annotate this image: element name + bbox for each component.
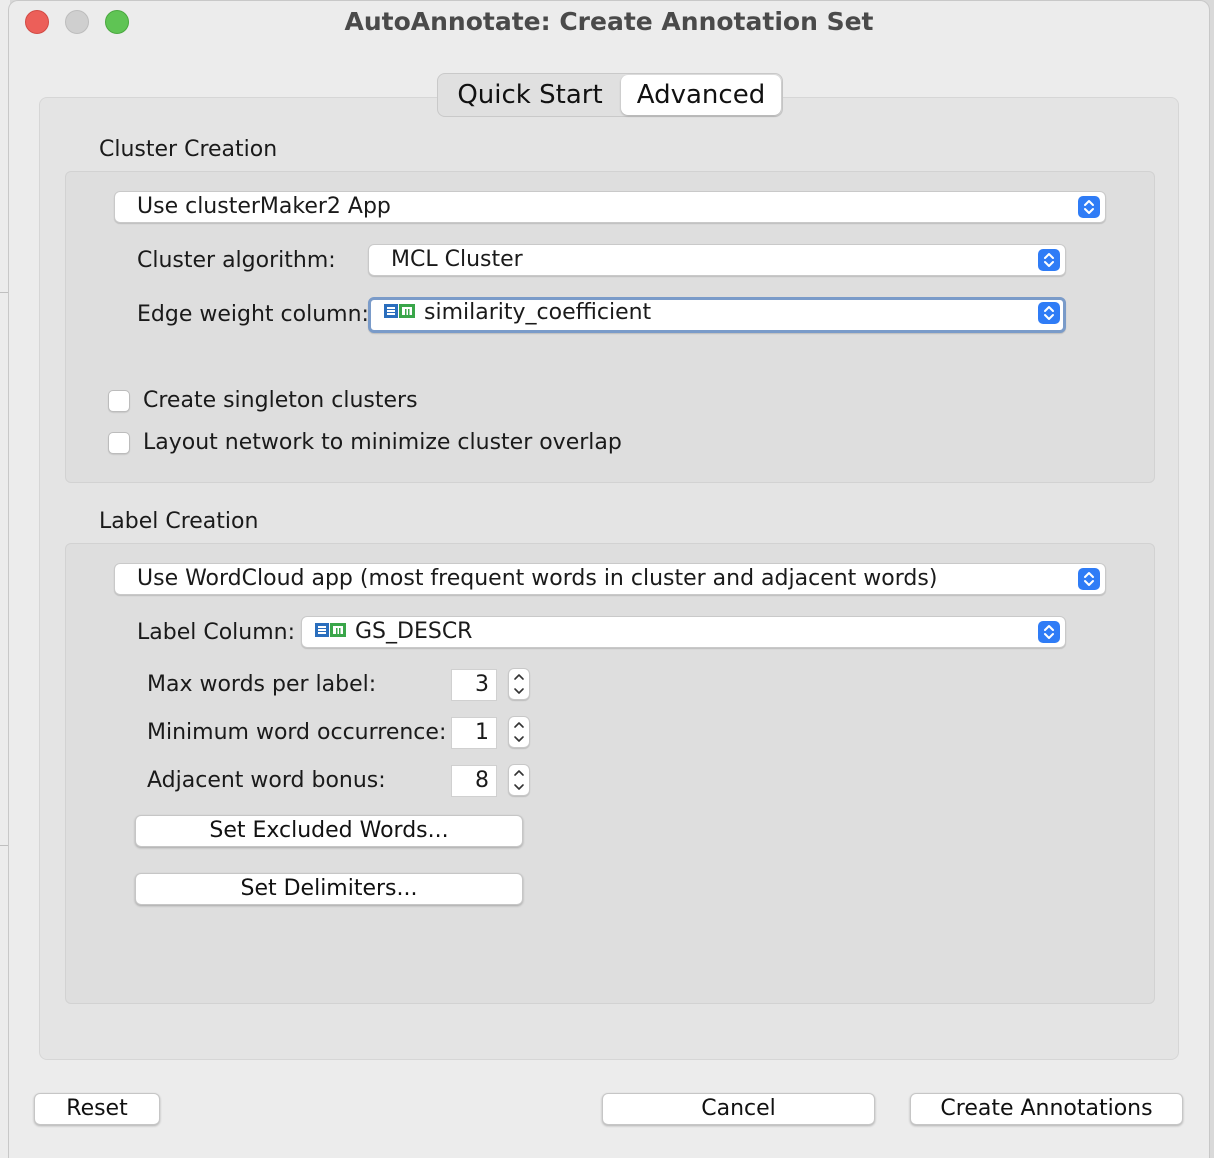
cluster-algorithm-label: Cluster algorithm: (137, 248, 336, 273)
cluster-algorithm-value: MCL Cluster (391, 247, 523, 272)
label-column-value: GS_DESCR (355, 619, 473, 644)
max-words-label: Max words per label: (147, 672, 377, 697)
singleton-clusters-checkbox[interactable] (108, 390, 130, 412)
adjacent-bonus-label: Adjacent word bonus: (147, 768, 386, 793)
cluster-creation-group: Use clusterMaker2 App Cluster algorithm:… (65, 171, 1155, 483)
column-type-icon (384, 304, 415, 318)
label-column-label: Label Column: (137, 620, 296, 645)
label-method-value: Use WordCloud app (most frequent words i… (137, 566, 938, 591)
cluster-method-select[interactable]: Use clusterMaker2 App (114, 191, 1106, 223)
adjacent-bonus-stepper[interactable] (508, 764, 530, 796)
tab-quick-start[interactable]: Quick Start (442, 75, 618, 115)
set-delimiters-button[interactable]: Set Delimiters... (135, 873, 523, 905)
adjacent-bonus-field[interactable]: 8 (451, 765, 497, 797)
stepper-arrows-icon (514, 674, 524, 694)
reset-button[interactable]: Reset (34, 1093, 160, 1125)
cluster-creation-heading: Cluster Creation (99, 137, 278, 162)
min-occurrence-stepper[interactable] (508, 716, 530, 748)
max-words-stepper[interactable] (508, 668, 530, 700)
layout-network-checkbox[interactable] (108, 432, 130, 454)
label-creation-heading: Label Creation (99, 509, 259, 534)
chevron-updown-icon (1038, 249, 1060, 271)
chevron-updown-icon (1078, 568, 1100, 590)
cluster-algorithm-select[interactable]: MCL Cluster (368, 244, 1066, 276)
min-occurrence-label: Minimum word occurrence: (147, 720, 447, 745)
create-annotations-button[interactable]: Create Annotations (910, 1093, 1183, 1125)
layout-network-label: Layout network to minimize cluster overl… (143, 430, 622, 455)
tab-advanced[interactable]: Advanced (621, 75, 781, 115)
edge-weight-label: Edge weight column: (137, 302, 369, 327)
chevron-updown-icon (1078, 196, 1100, 218)
stepper-arrows-icon (514, 722, 524, 742)
chevron-updown-icon (1038, 302, 1060, 324)
edge-weight-select[interactable]: similarity_coefficient (368, 297, 1066, 333)
title-bar: AutoAnnotate: Create Annotation Set (9, 1, 1209, 47)
cluster-method-value: Use clusterMaker2 App (137, 194, 391, 219)
min-occurrence-field[interactable]: 1 (451, 717, 497, 749)
edge-weight-value: similarity_coefficient (424, 300, 652, 325)
window-title: AutoAnnotate: Create Annotation Set (344, 7, 874, 36)
chevron-updown-icon (1038, 621, 1060, 643)
stepper-arrows-icon (514, 770, 524, 790)
label-column-select[interactable]: GS_DESCR (301, 616, 1066, 648)
set-excluded-words-button[interactable]: Set Excluded Words... (135, 815, 523, 847)
label-creation-group: Use WordCloud app (most frequent words i… (65, 543, 1155, 1004)
label-method-select[interactable]: Use WordCloud app (most frequent words i… (114, 563, 1106, 595)
cancel-button[interactable]: Cancel (602, 1093, 875, 1125)
dialog-window: AutoAnnotate: Create Annotation Set Quic… (8, 0, 1210, 1158)
tab-bar: Quick Start Advanced (437, 73, 783, 117)
column-type-icon (315, 623, 346, 637)
singleton-clusters-label: Create singleton clusters (143, 388, 418, 413)
max-words-field[interactable]: 3 (451, 669, 497, 701)
